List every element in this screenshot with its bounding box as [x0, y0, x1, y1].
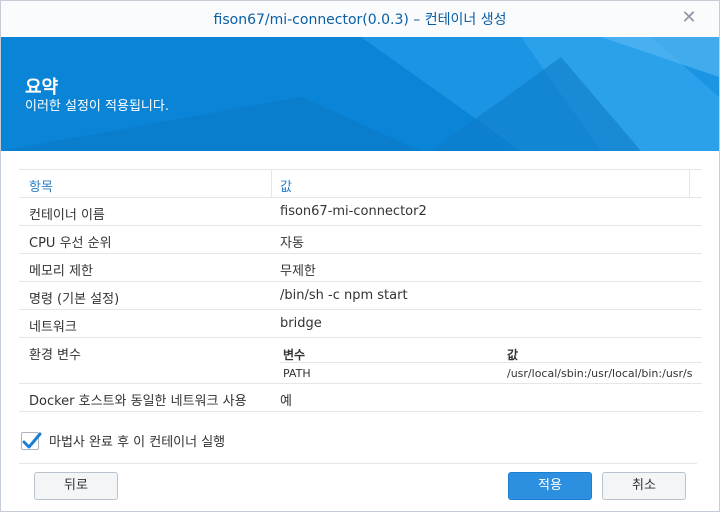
- row-value: 예: [280, 394, 292, 409]
- row-label: 컨테이너 이름: [29, 208, 105, 223]
- env-var-value: /usr/local/sbin:/usr/local/bin:/usr/s: [507, 367, 693, 380]
- checkmark-icon: [22, 432, 42, 448]
- window-title: fison67/mi-connector(0.0.3) – 컨테이너 생성: [213, 12, 507, 28]
- table-row: Docker 호스트와 동일한 네트워크 사용 예: [19, 384, 702, 412]
- back-button[interactable]: 뒤로: [34, 472, 118, 500]
- table-row: 컨테이너 이름 fison67-mi-connector2: [19, 198, 702, 226]
- row-value: 무제한: [280, 264, 316, 279]
- table-row: 명령 (기본 설정) /bin/sh -c npm start: [19, 282, 702, 310]
- title-bar: fison67/mi-connector(0.0.3) – 컨테이너 생성 ✕: [1, 1, 719, 37]
- table-row: CPU 우선 순위 자동: [19, 226, 702, 254]
- table-row-environment-variables: 환경 변수 변수 값 PATH /usr/local/sbin:/usr/loc…: [19, 338, 702, 384]
- banner-subtitle: 이러한 설정이 적용됩니다.: [25, 99, 169, 114]
- footer-divider: [19, 463, 697, 464]
- banner-background-graphic: [1, 37, 719, 151]
- row-label: Docker 호스트와 동일한 네트워크 사용: [29, 394, 247, 409]
- env-divider: [280, 362, 702, 363]
- summary-table: 항목 값 컨테이너 이름 fison67-mi-connector2 CPU 우…: [19, 169, 702, 412]
- cancel-button[interactable]: 취소: [602, 472, 686, 500]
- env-var-header: 변수: [283, 348, 306, 362]
- column-divider: [271, 170, 272, 197]
- row-label: CPU 우선 순위: [29, 236, 112, 251]
- row-value: /bin/sh -c npm start: [280, 288, 408, 303]
- run-after-wizard-label: 마법사 완료 후 이 컨테이너 실행: [49, 435, 226, 450]
- apply-button[interactable]: 적용: [508, 472, 592, 500]
- row-label: 명령 (기본 설정): [29, 292, 120, 307]
- row-value: 자동: [280, 236, 304, 251]
- row-value: bridge: [280, 316, 322, 331]
- summary-banner: 요약 이러한 설정이 적용됩니다.: [1, 37, 719, 151]
- row-label: 메모리 제한: [29, 264, 93, 279]
- table-row: 네트워크 bridge: [19, 310, 702, 338]
- env-value-header: 값: [507, 348, 519, 362]
- table-row: 메모리 제한 무제한: [19, 254, 702, 282]
- table-header-row: 항목 값: [19, 170, 702, 198]
- row-value: fison67-mi-connector2: [280, 204, 427, 219]
- column-divider: [689, 170, 690, 197]
- column-header-value: 값: [280, 180, 292, 195]
- close-icon[interactable]: ✕: [679, 8, 699, 28]
- column-header-item: 항목: [29, 180, 53, 195]
- run-after-wizard-option[interactable]: 마법사 완료 후 이 컨테이너 실행: [21, 431, 225, 450]
- run-after-wizard-checkbox[interactable]: [21, 431, 42, 450]
- row-label: 환경 변수: [29, 348, 81, 363]
- env-var-name: PATH: [283, 367, 311, 380]
- create-container-dialog: fison67/mi-connector(0.0.3) – 컨테이너 생성 ✕ …: [0, 0, 720, 512]
- row-label: 네트워크: [29, 320, 77, 335]
